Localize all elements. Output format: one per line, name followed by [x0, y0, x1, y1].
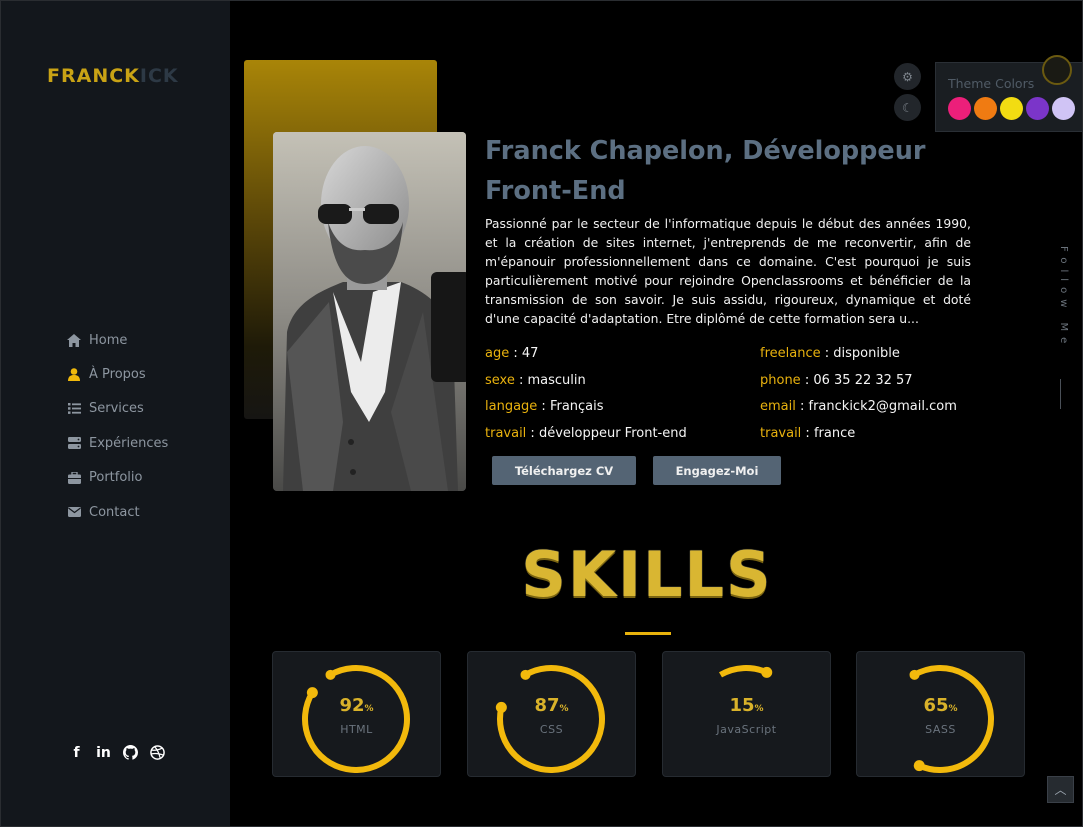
follow-me-label: Follow Me: [1058, 246, 1069, 350]
color-swatch-yellow[interactable]: [1000, 97, 1023, 120]
theme-toggle-button[interactable]: [1042, 55, 1072, 85]
sidebar: FRANCKICK Home À Propos Services Expérie…: [1, 1, 230, 826]
nav-label-portfolio: Portfolio: [89, 470, 143, 486]
color-swatch-lavender[interactable]: [1052, 97, 1075, 120]
nav-item-a-propos[interactable]: À Propos: [67, 357, 168, 391]
info-value: 47: [521, 346, 539, 361]
info-row-langage: langage : Français: [485, 399, 604, 415]
main-nav: Home À Propos Services Expériences Portf…: [67, 323, 168, 529]
scroll-to-top-button[interactable]: ︿: [1047, 776, 1074, 803]
info-row-travail-location: travail : france: [760, 425, 856, 441]
info-value: 06 35 22 32 57: [813, 372, 913, 388]
info-value: masculin: [527, 372, 586, 388]
theme-colors-title: Theme Colors: [948, 76, 1035, 91]
info-key: email: [760, 399, 796, 415]
info-key: travail: [760, 425, 802, 441]
user-icon: [67, 368, 81, 382]
info-column-right: freelance : disponible phone : 06 35 22 …: [760, 341, 957, 447]
skill-name: CSS: [539, 723, 564, 736]
info-value: france: [813, 425, 856, 441]
bio-text: Passionné par le secteur de l'informatiq…: [485, 216, 971, 327]
skill-arc: [913, 665, 994, 773]
home-icon: [67, 333, 81, 347]
skills-title: SKILLS: [521, 538, 773, 611]
nav-item-portfolio[interactable]: Portfolio: [67, 461, 168, 495]
info-key: sexe: [485, 372, 515, 388]
skill-card-css: 87% CSS: [467, 651, 636, 777]
skill-card-sass: 65% SASS: [856, 651, 1025, 777]
skill-percent: 87%: [534, 695, 569, 716]
nav-label-experiences: Expériences: [89, 435, 169, 451]
nav-label-contact: Contact: [89, 504, 140, 520]
envelope-icon: [67, 505, 81, 519]
color-swatch-pink[interactable]: [948, 97, 971, 120]
skill-arc-start-dot: [520, 669, 531, 680]
briefcase-icon: [67, 471, 81, 485]
download-cv-button[interactable]: Téléchargez CV: [492, 456, 636, 485]
github-icon[interactable]: [123, 744, 138, 761]
nav-item-services[interactable]: Services: [67, 392, 168, 426]
chevron-up-icon: ︿: [1054, 783, 1067, 797]
site-logo[interactable]: FRANCKICK: [47, 65, 179, 87]
skill-name: SASS: [925, 723, 956, 736]
profile-photo: [273, 132, 466, 491]
server-icon: [67, 436, 81, 450]
skill-arc: [497, 665, 605, 773]
skill-arc-end-dot: [913, 760, 925, 772]
info-value: disponible: [833, 346, 900, 361]
logo-part-2: ICK: [139, 65, 179, 87]
list-icon: [67, 402, 81, 416]
logo-part-1: FRANCK: [47, 65, 140, 87]
skill-arc-end-dot: [761, 666, 773, 678]
page-frame: FRANCKICK Home À Propos Services Expérie…: [0, 0, 1083, 827]
info-row-age: age : 47: [485, 346, 539, 361]
moon-icon: ☾: [902, 100, 913, 115]
skill-percent: 92%: [339, 695, 374, 716]
page-title: Franck Chapelon, Développeur Front-End: [485, 136, 926, 206]
dark-mode-button[interactable]: ☾: [894, 94, 921, 121]
skill-card-html: 92% HTML: [272, 651, 441, 777]
skill-arc: [719, 665, 768, 678]
nav-item-experiences[interactable]: Expériences: [67, 426, 168, 460]
info-value: Français: [549, 399, 604, 415]
settings-button[interactable]: ⚙: [894, 63, 921, 90]
info-row-travail: travail : développeur Front-end: [485, 425, 687, 441]
info-key: freelance: [760, 346, 821, 361]
skill-arc-start-dot: [325, 669, 336, 680]
nav-item-home[interactable]: Home: [67, 323, 168, 357]
info-row-freelance: freelance : disponible: [760, 346, 900, 361]
skill-percent: 65%: [923, 695, 958, 716]
info-value: franckick2@gmail.com: [808, 399, 957, 415]
info-row-email: email : franckick2@gmail.com: [760, 399, 957, 415]
info-row-sexe: sexe : masculin: [485, 372, 586, 388]
info-key: travail: [485, 425, 527, 441]
skill-card-javascript: 15% JavaScript: [662, 651, 831, 777]
linkedin-icon[interactable]: in: [96, 744, 111, 761]
dribbble-icon[interactable]: [150, 744, 165, 761]
info-row-phone: phone : 06 35 22 32 57: [760, 372, 913, 388]
color-swatch-purple[interactable]: [1026, 97, 1049, 120]
nav-label-home: Home: [89, 332, 128, 348]
skill-arc-start-dot: [909, 669, 920, 680]
info-column-left: age : 47 sexe : masculin langage : Franç…: [485, 341, 687, 447]
skill-arc: [302, 665, 410, 773]
nav-label-services: Services: [89, 401, 144, 417]
color-swatch-orange[interactable]: [974, 97, 997, 120]
hire-me-button[interactable]: Engagez-Moi: [653, 456, 781, 485]
gear-icon: ⚙: [902, 69, 913, 84]
social-links: f in: [69, 744, 165, 761]
skill-name: JavaScript: [716, 723, 777, 736]
skill-percent: 15%: [729, 695, 764, 716]
nav-item-contact[interactable]: Contact: [67, 495, 168, 529]
info-key: langage: [485, 399, 538, 415]
skill-name: HTML: [340, 723, 373, 736]
follow-divider: [1060, 379, 1061, 409]
skills-underline: [625, 632, 671, 635]
info-key: age: [485, 346, 510, 361]
facebook-icon[interactable]: f: [69, 744, 84, 761]
nav-label-a-propos: À Propos: [89, 367, 146, 383]
info-key: phone: [760, 372, 801, 388]
info-value: développeur Front-end: [538, 425, 687, 441]
color-swatches: [948, 97, 1075, 120]
